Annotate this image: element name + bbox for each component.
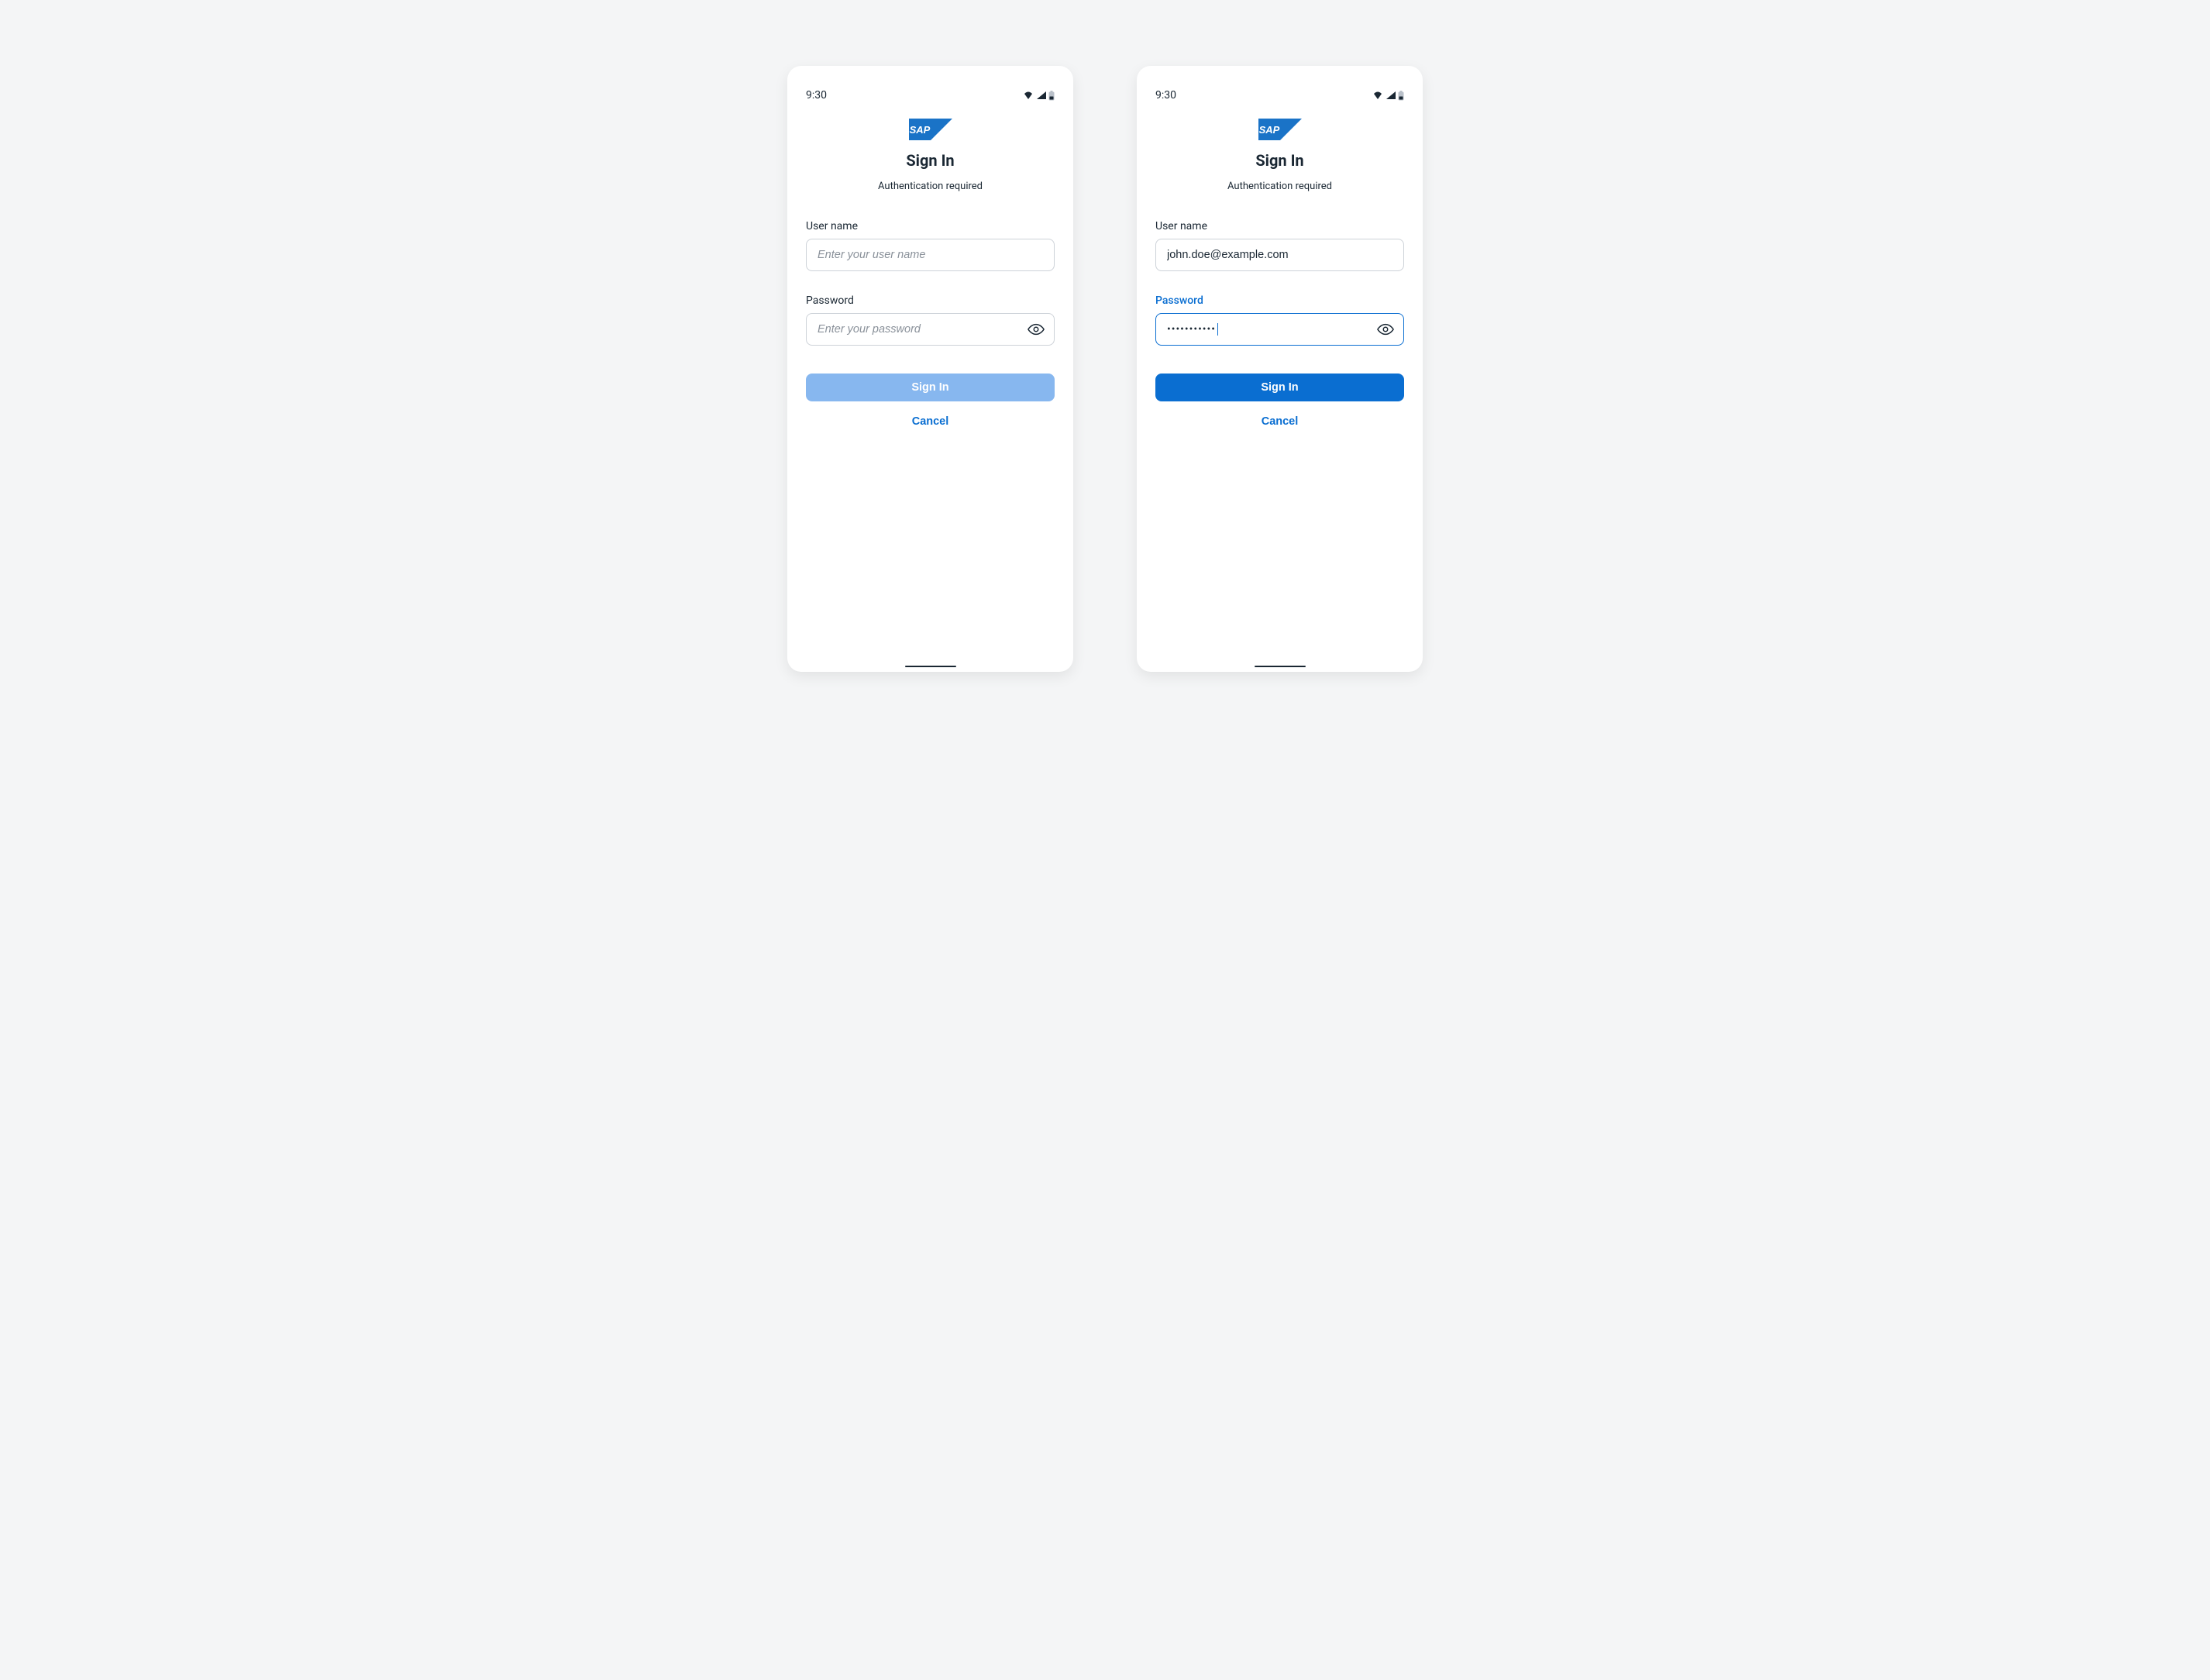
password-input[interactable]: ••••••••••• [1155,313,1404,346]
show-password-button[interactable] [1375,318,1396,340]
status-icons [1022,91,1055,101]
signin-button[interactable]: Sign In [806,374,1055,401]
eye-icon [1028,321,1045,338]
page-subtitle: Authentication required [806,181,1055,192]
status-bar: 9:30 [806,66,1055,105]
username-field-group: User name [1155,220,1404,271]
signin-button[interactable]: Sign In [1155,374,1404,401]
logo-wrap: SAP [806,119,1055,140]
password-label: Password [1155,294,1404,307]
status-time: 9:30 [806,89,827,102]
cancel-button[interactable]: Cancel [806,415,1055,428]
signin-screen-empty: 9:30 SAP Sign In Authentication required… [787,66,1073,672]
home-indicator [905,666,956,667]
sap-logo-icon: SAP [909,119,952,140]
username-input[interactable] [1155,239,1404,271]
username-label: User name [1155,220,1404,232]
page-title: Sign In [1155,151,1404,170]
page-subtitle: Authentication required [1155,181,1404,192]
username-label: User name [806,220,1055,232]
cancel-button[interactable]: Cancel [1155,415,1404,428]
sap-logo-icon: SAP [1258,119,1302,140]
cellular-icon [1036,91,1047,100]
text-cursor [1217,323,1219,336]
svg-text:SAP: SAP [1258,124,1279,136]
password-masked-value: ••••••••••• [1167,323,1216,336]
password-field-group: Password ••••••••••• [1155,294,1404,346]
password-label: Password [806,294,1055,307]
username-input[interactable] [806,239,1055,271]
home-indicator [1255,666,1306,667]
cellular-icon [1386,91,1396,100]
eye-icon [1377,321,1394,338]
wifi-icon [1372,91,1384,100]
password-field-group: Password [806,294,1055,346]
battery-icon [1048,91,1055,101]
status-icons [1372,91,1404,101]
signin-screen-filled: 9:30 SAP Sign In Authentication required… [1137,66,1423,672]
logo-wrap: SAP [1155,119,1404,140]
username-field-group: User name [806,220,1055,271]
show-password-button[interactable] [1025,318,1047,340]
password-input[interactable] [806,313,1055,346]
svg-text:SAP: SAP [909,124,930,136]
battery-icon [1398,91,1404,101]
page-title: Sign In [806,151,1055,170]
wifi-icon [1022,91,1034,100]
status-bar: 9:30 [1155,66,1404,105]
status-time: 9:30 [1155,89,1176,102]
